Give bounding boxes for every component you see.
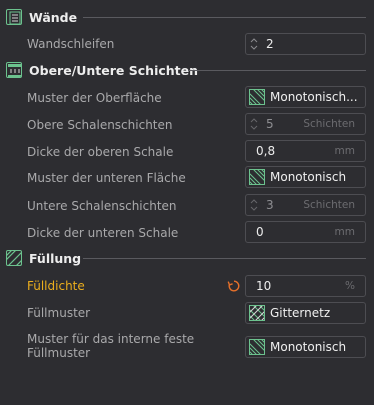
top-layers-value: 5 (266, 117, 274, 131)
top-thickness-unit: mm (334, 145, 355, 157)
infill-pattern-select[interactable]: Gitternetz (245, 302, 366, 324)
reset-icon[interactable] (227, 279, 241, 293)
top-layers-input[interactable]: 5 Schichten (245, 113, 366, 135)
top-layers-unit: Schichten (303, 118, 355, 130)
top-pattern-label: Muster der Oberfläche (27, 91, 162, 105)
top-thickness-value: 0,8 (256, 144, 276, 158)
bottom-pattern-label: Muster der unteren Fläche (27, 171, 186, 185)
section-shells: Obere/Untere Schichten (0, 60, 374, 80)
bottom-pattern-select[interactable]: Monotonisch (245, 166, 366, 188)
section-title: Obere/Untere Schichten (29, 62, 199, 78)
pattern-swatch-icon (249, 169, 265, 185)
infill-icon (6, 250, 22, 266)
shells-icon (6, 62, 22, 78)
bottom-thickness-unit: mm (334, 226, 355, 238)
bottom-layers-label: Untere Schalenschichten (27, 199, 177, 213)
top-layers-label: Obere Schalenschichten (27, 118, 173, 132)
section-title: Wände (29, 9, 78, 25)
infill-density-value: 10 (256, 279, 272, 293)
infill-pattern-value: Gitternetz (270, 306, 331, 320)
divider (83, 16, 366, 18)
spin-arrows-icon[interactable] (250, 198, 258, 212)
solid-infill-pattern-value: Monotonisch (270, 340, 347, 354)
bottom-thickness-value: 0 (256, 225, 264, 239)
top-thickness-input[interactable]: 0,8 mm (245, 140, 366, 162)
bottom-thickness-input[interactable]: 0 mm (245, 221, 366, 243)
infill-density-unit: % (345, 280, 355, 292)
solid-infill-pattern-select[interactable]: Monotonisch (245, 336, 366, 358)
bottom-pattern-value: Monotonisch (270, 170, 347, 184)
solid-infill-pattern-label: Muster für das interne feste Füllmuster (27, 332, 195, 360)
pattern-swatch-icon (249, 89, 265, 105)
section-infill: Füllung (0, 248, 374, 268)
section-walls: Wände (0, 7, 374, 27)
wall-loops-label: Wandschleifen (27, 37, 115, 51)
bottom-layers-unit: Schichten (303, 199, 355, 211)
infill-density-label: Fülldichte (27, 279, 85, 293)
spin-arrows-icon[interactable] (250, 117, 258, 131)
infill-pattern-label: Füllmuster (27, 306, 91, 320)
pattern-swatch-icon (249, 339, 265, 355)
grid-pattern-icon (249, 305, 265, 321)
divider (188, 69, 366, 71)
bottom-layers-value: 3 (266, 198, 274, 212)
bottom-thickness-label: Dicke der unteren Schale (27, 226, 179, 240)
divider (83, 257, 366, 259)
wall-loops-value: 2 (266, 37, 274, 51)
infill-density-input[interactable]: 10 % (245, 275, 366, 297)
walls-icon (6, 9, 22, 25)
top-thickness-label: Dicke der oberen Schale (27, 145, 174, 159)
top-pattern-select[interactable]: Monotonisch... (245, 86, 366, 108)
section-title: Füllung (29, 250, 82, 266)
top-pattern-value: Monotonisch... (270, 90, 358, 104)
bottom-layers-input[interactable]: 3 Schichten (245, 194, 366, 216)
spin-arrows-icon[interactable] (250, 37, 258, 51)
wall-loops-input[interactable]: 2 (245, 33, 366, 55)
